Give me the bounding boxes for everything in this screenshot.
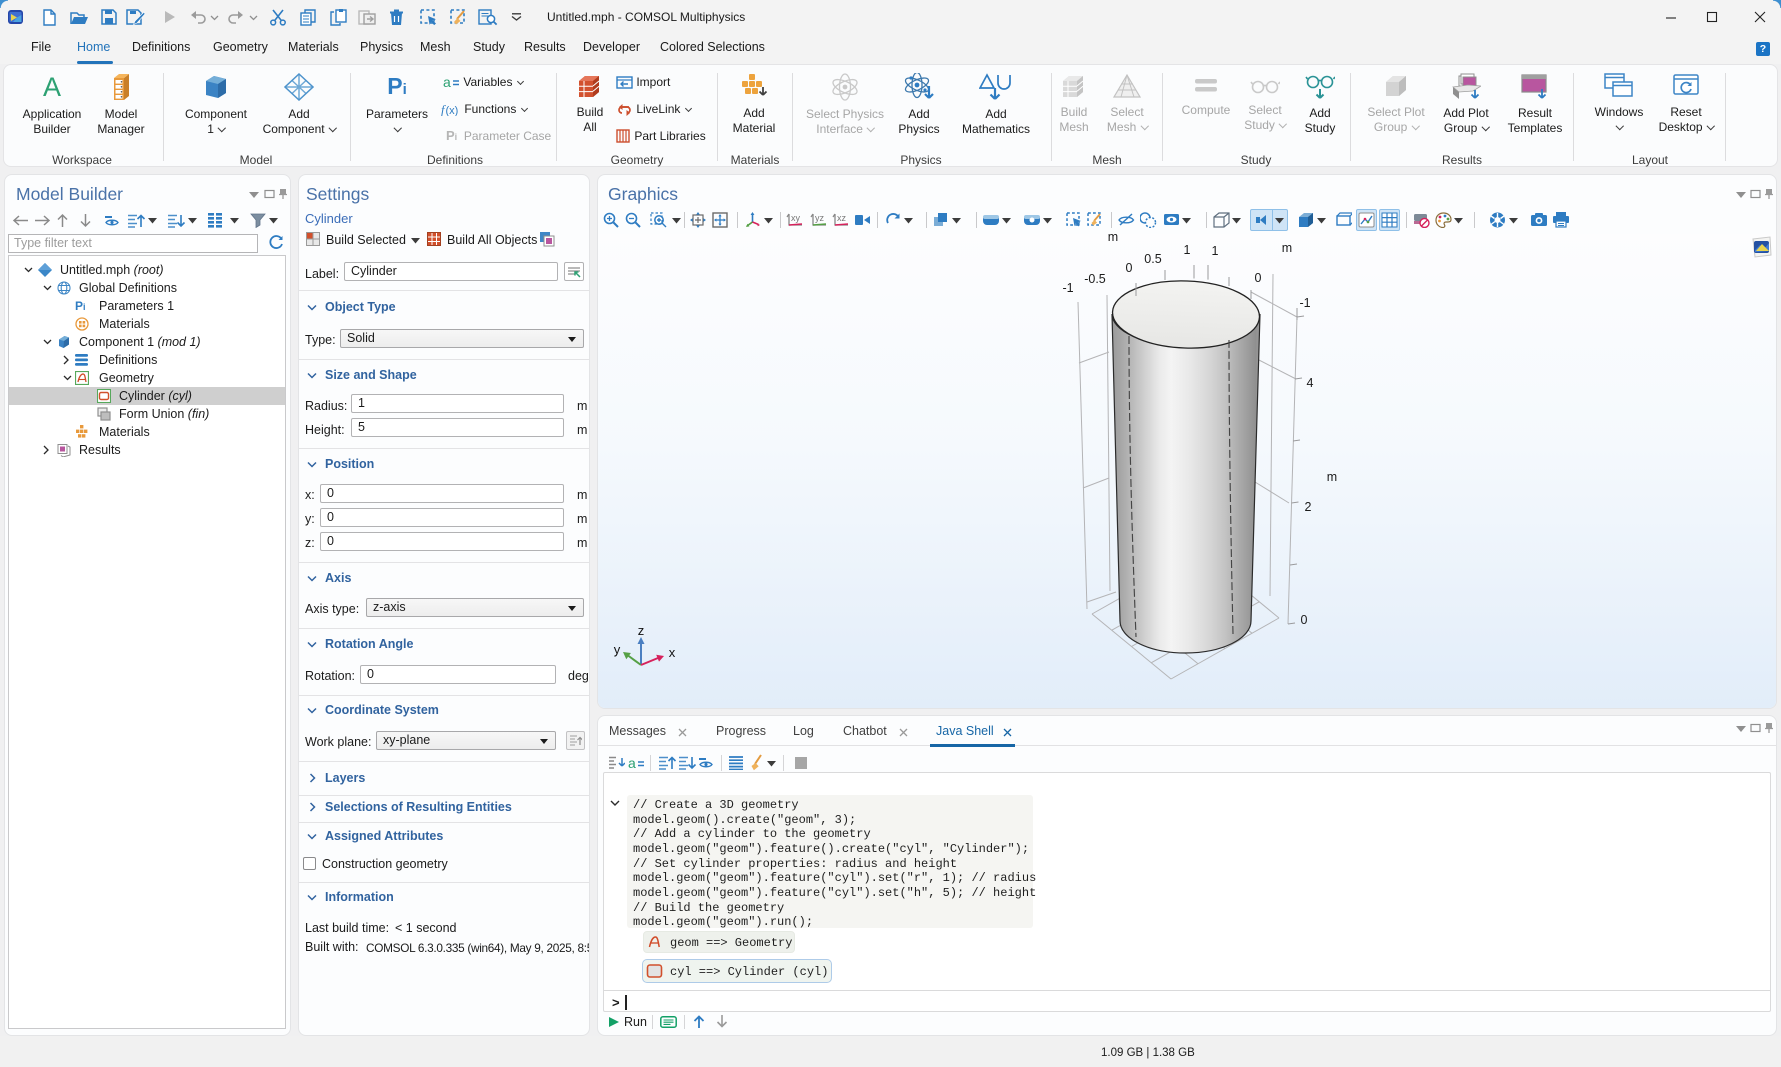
- svg-text:(x): (x): [446, 105, 459, 116]
- svg-text:a: a: [628, 757, 636, 770]
- svg-text:yz: yz: [815, 213, 825, 223]
- svg-text:z: z: [638, 623, 645, 638]
- svg-text:0: 0: [1255, 271, 1262, 285]
- svg-text:2: 2: [1305, 500, 1312, 514]
- svg-text:1: 1: [1184, 243, 1191, 257]
- svg-text:0: 0: [1126, 261, 1133, 275]
- svg-text:m: m: [1327, 470, 1337, 484]
- svg-text:-0.5: -0.5: [1084, 272, 1106, 286]
- svg-text:a: a: [443, 76, 451, 89]
- svg-text:0.5: 0.5: [1144, 252, 1161, 266]
- svg-text:x: x: [669, 645, 676, 660]
- svg-text:m: m: [1108, 234, 1118, 244]
- svg-text:xy: xy: [791, 213, 801, 223]
- svg-text:4: 4: [1307, 376, 1314, 390]
- svg-text:0: 0: [1301, 613, 1308, 627]
- svg-text:m: m: [1282, 241, 1292, 255]
- svg-text:y: y: [614, 642, 621, 657]
- svg-text:1: 1: [1212, 244, 1219, 258]
- svg-text:xz: xz: [837, 213, 847, 223]
- svg-text:-1: -1: [1062, 281, 1073, 295]
- svg-text:-1: -1: [1299, 296, 1310, 310]
